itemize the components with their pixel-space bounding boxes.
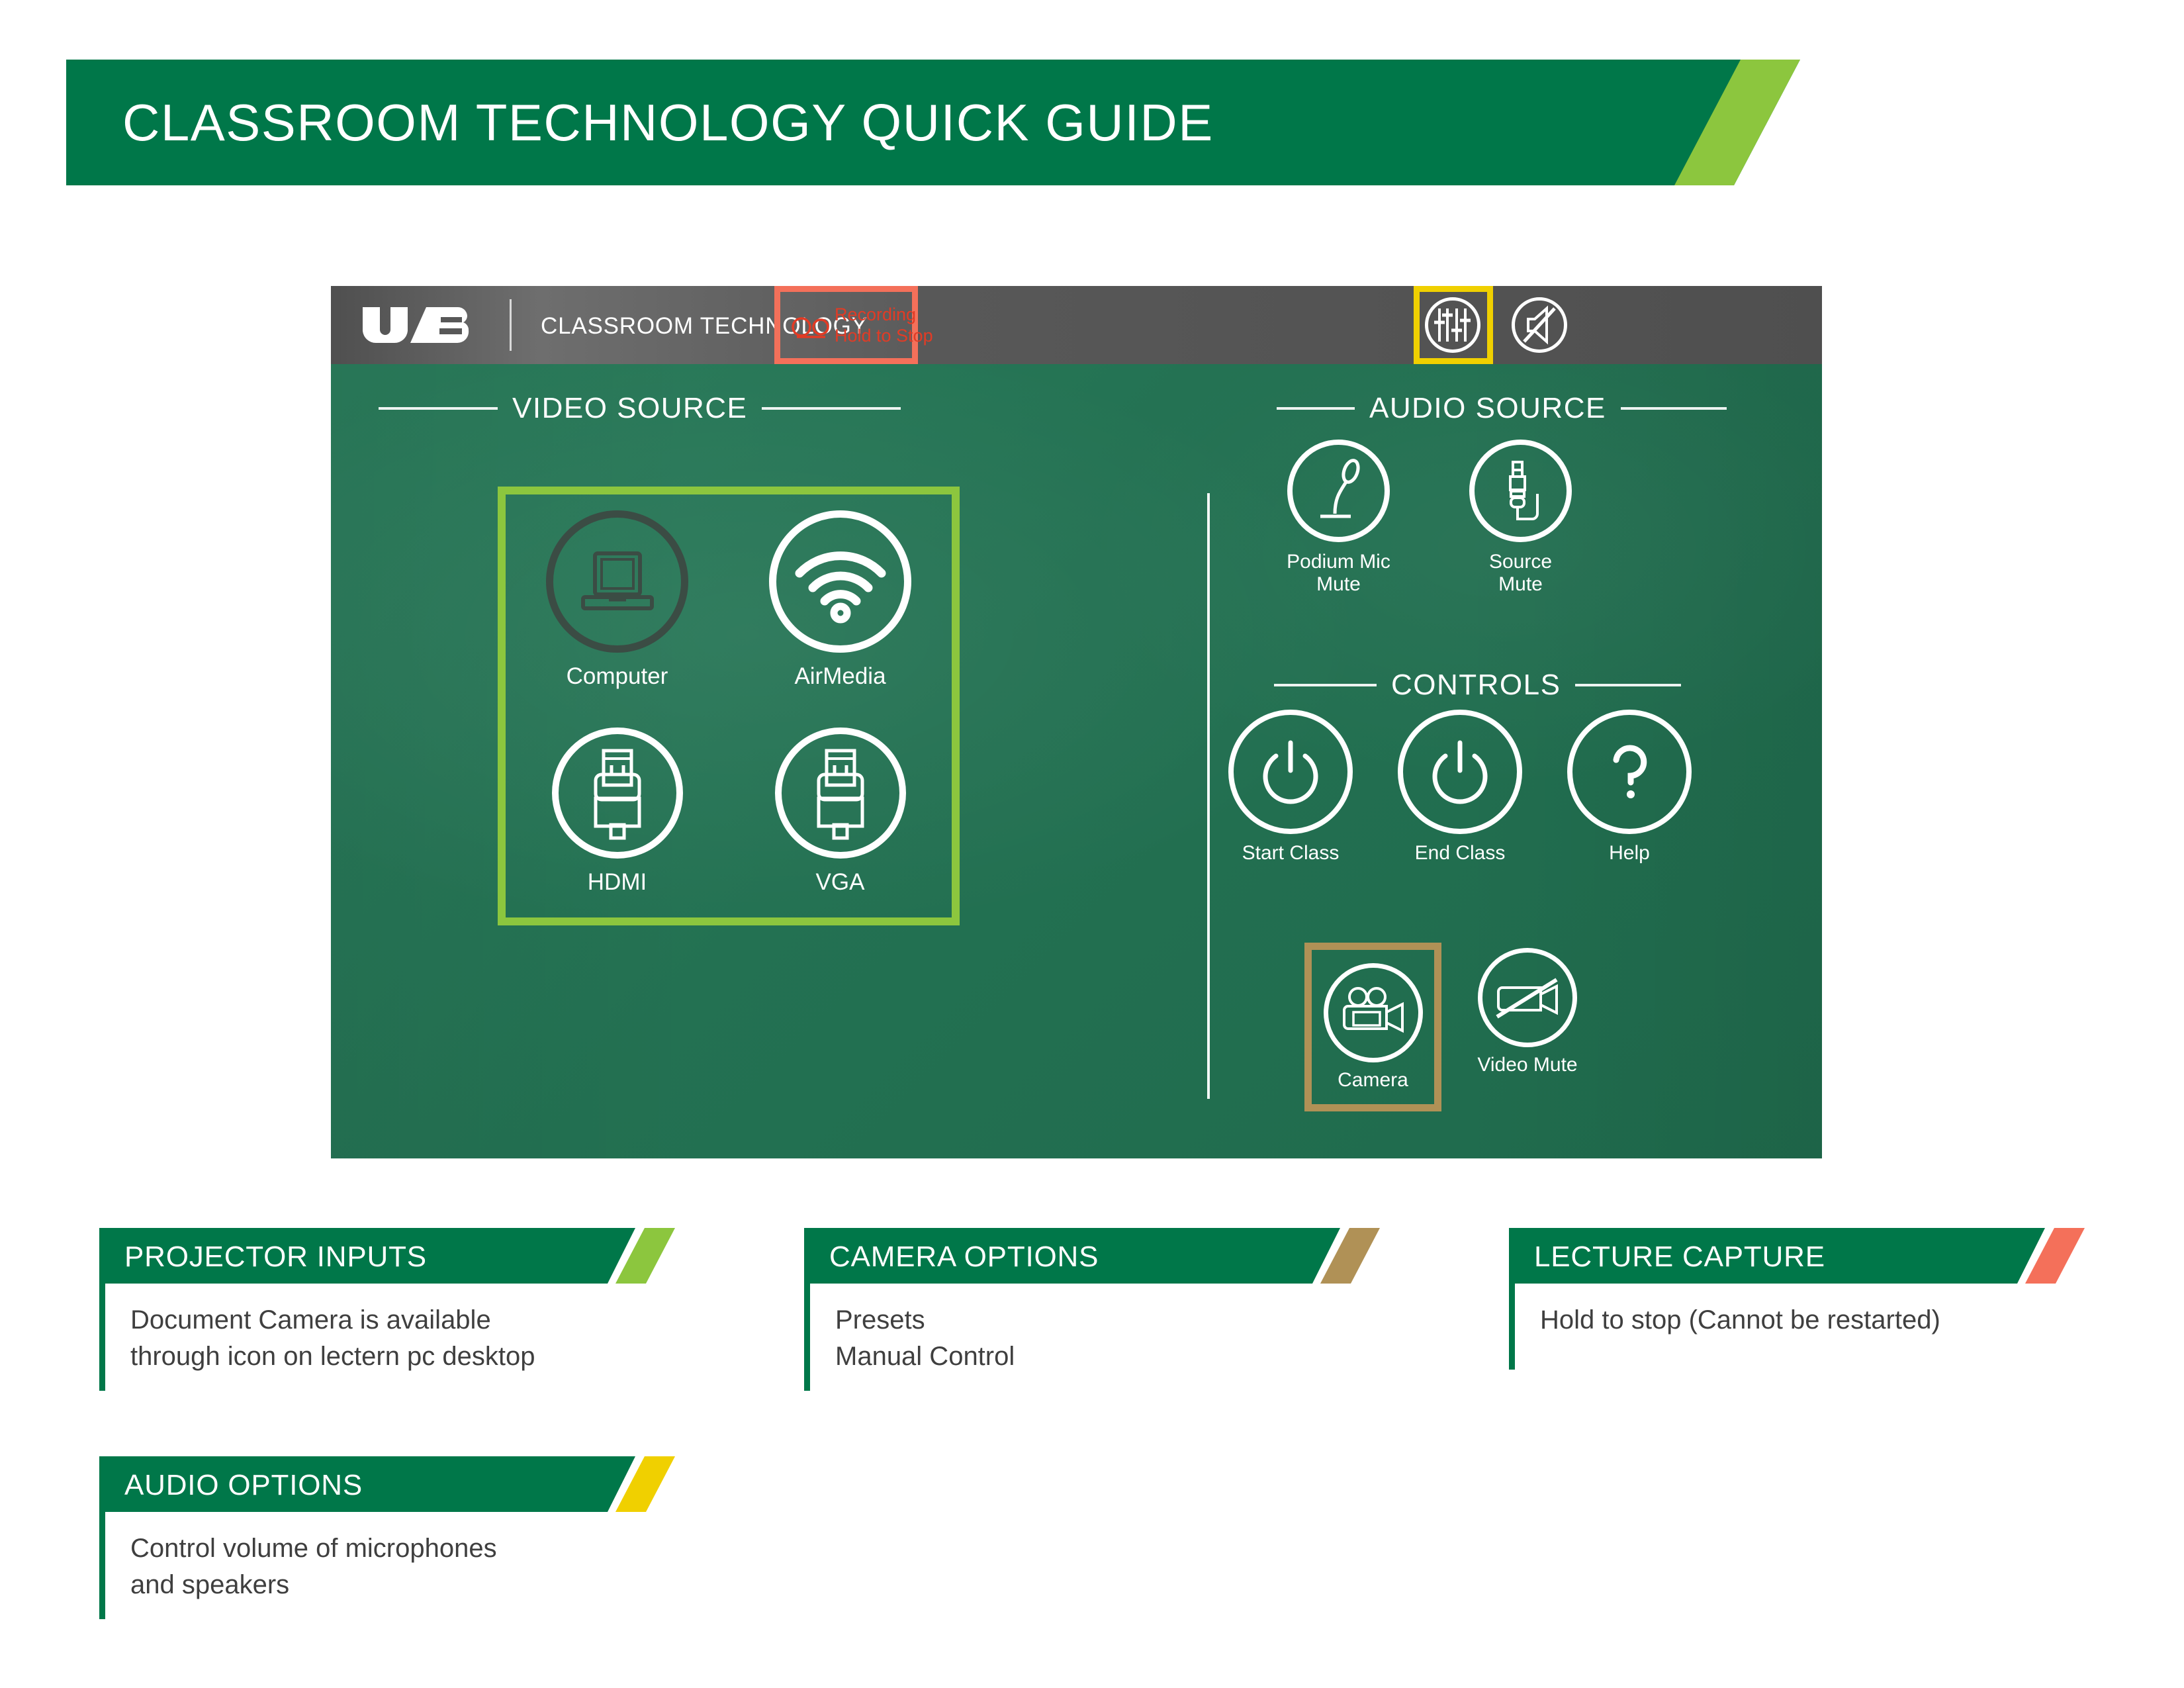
audio-label-podium-mic-mute: Podium Mic Mute — [1287, 551, 1390, 596]
info-card-camera-options: CAMERA OPTIONS Presets Manual Control — [804, 1228, 1403, 1391]
info-card-projector-inputs: PROJECTOR INPUTS Document Camera is avai… — [99, 1228, 698, 1391]
page-title: CLASSROOM TECHNOLOGY QUICK GUIDE — [122, 93, 1214, 152]
video-source-button-hdmi[interactable]: HDMI — [506, 706, 729, 918]
section-rule-left — [1277, 407, 1355, 410]
section-rule-left — [1274, 684, 1377, 686]
laptop-icon — [546, 510, 688, 653]
audio-source-group: Podium Mic Mute Source Mute — [1267, 440, 1592, 596]
video-source-label-airmedia: AirMedia — [794, 663, 886, 690]
card-header: AUDIO OPTIONS — [99, 1456, 698, 1512]
section-title-controls-text: CONTROLS — [1391, 669, 1561, 701]
card-line: Presets — [835, 1305, 925, 1335]
audio-button-source-mute[interactable]: Source Mute — [1449, 440, 1592, 596]
audio-label-source-mute: Source Mute — [1489, 551, 1552, 596]
section-rule-right — [1575, 684, 1682, 686]
recording-button[interactable]: Recording Hold to Stop — [774, 286, 933, 364]
volume-mute-button[interactable] — [1512, 297, 1567, 353]
video-source-button-airmedia[interactable]: AirMedia — [729, 494, 952, 706]
volume-mute-icon — [1523, 305, 1556, 345]
section-title-audio-source: AUDIO SOURCE — [1277, 392, 1727, 425]
tape-reel-icon — [791, 317, 832, 340]
audio-label-line1: Source — [1488, 551, 1553, 573]
question-mark-icon — [1567, 710, 1692, 834]
podium-mic-icon — [1287, 440, 1390, 542]
info-card-lecture-capture: LECTURE CAPTURE Hold to stop (Cannot be … — [1509, 1228, 2108, 1370]
video-source-button-vga[interactable]: VGA — [729, 706, 952, 918]
section-rule-right — [762, 407, 901, 410]
movie-camera-icon — [1323, 962, 1423, 1062]
page-title-banner: CLASSROOM TECHNOLOGY QUICK GUIDE — [66, 60, 1853, 185]
control-label-help: Help — [1609, 842, 1650, 864]
section-rule-right — [1620, 407, 1727, 410]
video-source-highlight-box: Computer AirMedia HDMI VGA — [498, 487, 960, 925]
card-body: Control volume of microphones and speake… — [99, 1512, 698, 1619]
section-title-audio-source-text: AUDIO SOURCE — [1369, 392, 1606, 424]
video-source-label-computer: Computer — [566, 663, 668, 690]
audio-label-line2: Mute — [1316, 573, 1361, 595]
card-title-lecture-capture: LECTURE CAPTURE — [1534, 1241, 1825, 1273]
video-source-button-computer[interactable]: Computer — [506, 494, 729, 706]
audio-label-line2: Mute — [1498, 573, 1543, 595]
card-header: PROJECTOR INPUTS — [99, 1228, 698, 1284]
card-line: and speakers — [130, 1570, 290, 1599]
recording-label-line1: Recording — [835, 305, 917, 324]
wifi-icon — [769, 510, 911, 653]
uab-logo — [361, 306, 473, 344]
panel-header-bar: CLASSROOM TECHNOLOGY Recording Hold to S… — [331, 286, 1822, 364]
header-vertical-divider — [510, 299, 512, 351]
section-rule-left — [379, 407, 498, 410]
recording-label-line2: Hold to Stop — [835, 326, 933, 346]
card-line: Control volume of microphones — [130, 1534, 497, 1563]
vga-cable-icon — [774, 727, 906, 859]
control-button-camera[interactable]: Camera — [1304, 943, 1441, 1111]
audio-jack-icon — [1469, 440, 1572, 542]
hdmi-cable-icon — [551, 727, 683, 859]
info-card-audio-options: AUDIO OPTIONS Control volume of micropho… — [99, 1456, 698, 1619]
card-title-audio-options: AUDIO OPTIONS — [124, 1469, 363, 1501]
section-title-controls: CONTROLS — [1274, 669, 1682, 702]
card-line: through icon on lectern pc desktop — [130, 1342, 535, 1371]
card-header: LECTURE CAPTURE — [1509, 1228, 2108, 1284]
video-source-label-vga: VGA — [815, 869, 865, 896]
audio-button-podium-mic-mute[interactable]: Podium Mic Mute — [1267, 440, 1410, 596]
video-source-label-hdmi: HDMI — [587, 869, 647, 896]
card-title-projector-inputs: PROJECTOR INPUTS — [124, 1241, 427, 1273]
audio-label-line1: Podium Mic — [1287, 551, 1390, 573]
controls-group-row1: Start Class End Class Help — [1221, 710, 1699, 865]
card-body: Hold to stop (Cannot be restarted) — [1509, 1284, 2108, 1370]
panel-vertical-divider — [1207, 493, 1210, 1099]
power-icon — [1228, 710, 1353, 834]
recording-label: Recording Hold to Stop — [835, 304, 933, 346]
card-line: Manual Control — [835, 1342, 1015, 1371]
audio-levels-button[interactable] — [1414, 286, 1493, 364]
control-label-video-mute: Video Mute — [1477, 1054, 1578, 1076]
video-mute-icon — [1478, 948, 1577, 1047]
card-body: Presets Manual Control — [804, 1284, 1403, 1391]
card-header: CAMERA OPTIONS — [804, 1228, 1403, 1284]
control-button-video-mute[interactable]: Video Mute — [1461, 948, 1594, 1076]
card-line: Document Camera is available — [130, 1305, 491, 1335]
control-label-end-class: End Class — [1414, 842, 1506, 864]
control-label-start-class: Start Class — [1242, 842, 1340, 864]
section-title-video-source: VIDEO SOURCE — [379, 392, 901, 425]
section-title-video-source-text: VIDEO SOURCE — [512, 392, 748, 424]
audio-levels-icon — [1425, 297, 1480, 353]
card-body: Document Camera is available through ico… — [99, 1284, 698, 1391]
control-button-end-class[interactable]: End Class — [1390, 710, 1529, 865]
card-title-camera-options: CAMERA OPTIONS — [829, 1241, 1099, 1273]
video-source-grid: Computer AirMedia HDMI VGA — [506, 494, 952, 917]
control-label-camera: Camera — [1338, 1068, 1408, 1091]
power-icon — [1398, 710, 1522, 834]
control-button-help[interactable]: Help — [1560, 710, 1699, 865]
touch-panel: CLASSROOM TECHNOLOGY Recording Hold to S… — [331, 286, 1822, 1158]
control-button-start-class[interactable]: Start Class — [1221, 710, 1360, 865]
card-line: Hold to stop (Cannot be restarted) — [1540, 1305, 1940, 1335]
